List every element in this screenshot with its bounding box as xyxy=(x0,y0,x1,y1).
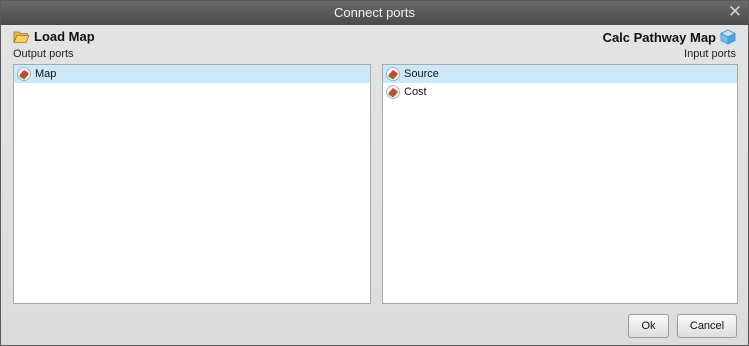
output-ports-list[interactable]: Map xyxy=(13,64,371,304)
ok-button[interactable]: Ok xyxy=(628,314,669,338)
map-layer-icon xyxy=(17,67,31,81)
map-layer-icon xyxy=(386,67,400,81)
input-node-title: Calc Pathway Map xyxy=(602,29,716,45)
port-item-cost[interactable]: Cost xyxy=(383,83,737,101)
output-node-header: Load Map xyxy=(13,29,95,44)
output-node-title: Load Map xyxy=(34,29,95,44)
dialog-titlebar[interactable]: Connect ports ✕ xyxy=(1,1,748,25)
input-ports-list[interactable]: Source Cost xyxy=(382,64,738,304)
input-ports-label: Input ports xyxy=(684,48,736,60)
dialog-title: Connect ports xyxy=(334,5,415,20)
cancel-button[interactable]: Cancel xyxy=(677,314,737,338)
port-label: Map xyxy=(35,68,57,80)
output-ports-label: Output ports xyxy=(13,48,74,60)
port-item-source[interactable]: Source xyxy=(383,65,737,83)
port-item-map[interactable]: Map xyxy=(14,65,370,83)
input-node-header: Calc Pathway Map xyxy=(603,29,736,45)
close-icon[interactable]: ✕ xyxy=(726,3,744,21)
cube-icon xyxy=(720,29,736,45)
folder-open-icon xyxy=(13,31,30,43)
port-label: Cost xyxy=(404,86,427,98)
map-layer-icon xyxy=(386,85,400,99)
connect-ports-dialog: Connect ports ✕ Load Map Output ports Ca… xyxy=(0,0,749,346)
port-label: Source xyxy=(404,68,439,80)
